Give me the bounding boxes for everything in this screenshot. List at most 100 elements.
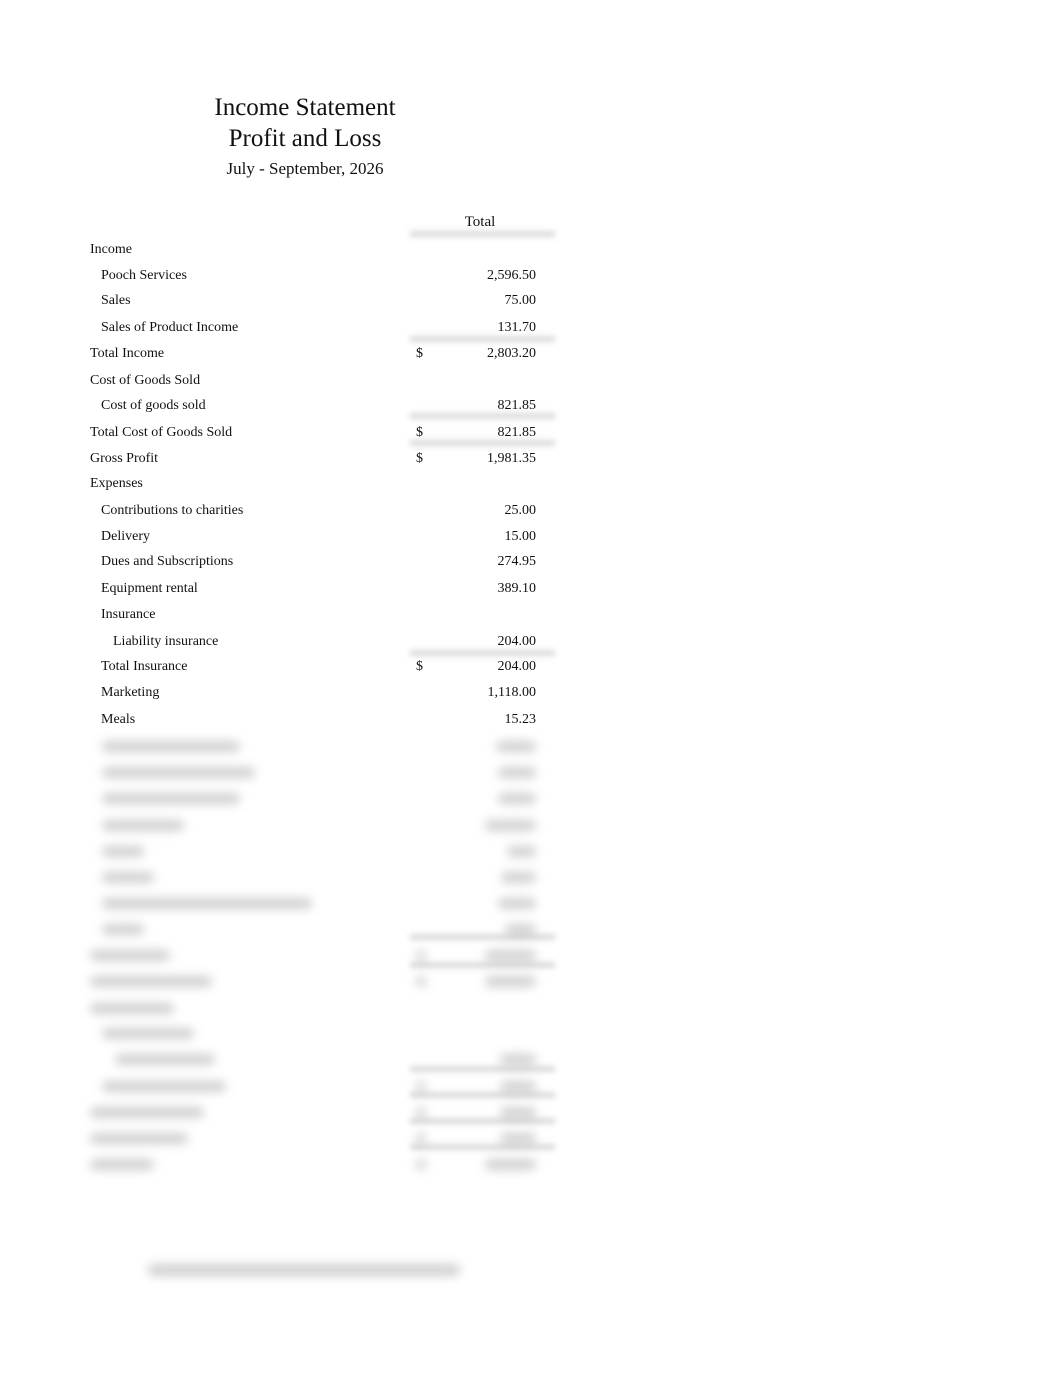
redacted-amount <box>498 767 536 778</box>
row-label: Total Income <box>90 346 165 361</box>
redacted-dollar <box>416 976 426 987</box>
row-label: Total Insurance <box>101 659 188 674</box>
row-label: Insurance <box>101 607 156 622</box>
redacted-label <box>102 898 312 909</box>
row-label: Liability insurance <box>113 634 219 649</box>
redacted-label <box>102 872 154 883</box>
row-amount: 2,803.20 <box>487 346 536 361</box>
row-label: Sales <box>101 293 131 308</box>
redacted-label <box>90 950 170 961</box>
subtotal-rule <box>410 336 555 342</box>
redacted-label <box>115 1054 215 1065</box>
header-underline <box>410 231 555 237</box>
redacted-rule <box>410 962 555 968</box>
redacted-label <box>90 976 212 987</box>
redacted-rule <box>410 1118 555 1124</box>
redacted-rule <box>410 934 555 940</box>
table-row: Dues and Subscriptions 274.95 <box>0 552 600 572</box>
table-row: Sales of Product Income 131.70 <box>0 318 600 338</box>
redacted-amount <box>498 898 536 909</box>
redacted-amount <box>500 1081 536 1092</box>
redacted-label <box>102 1081 226 1092</box>
row-label: Cost of goods sold <box>101 398 206 413</box>
redacted-label <box>102 1028 194 1039</box>
row-amount: 204.00 <box>497 634 537 649</box>
table-row: Total Income $2,803.20 <box>0 344 600 364</box>
redacted-amount <box>485 820 536 831</box>
row-amount: 2,596.50 <box>487 268 536 283</box>
redacted-dollar <box>416 950 426 961</box>
column-header-total: Total <box>464 214 496 230</box>
report-subtitle: Profit and Loss <box>228 125 382 152</box>
redacted-amount <box>485 1159 536 1170</box>
redacted-amount <box>507 846 536 857</box>
redacted-label <box>90 1159 154 1170</box>
table-row: Income <box>0 240 600 260</box>
redacted-amount <box>485 950 536 961</box>
redacted-rule <box>410 1092 555 1098</box>
row-amount: 1,981.35 <box>487 451 536 466</box>
table-row: Insurance <box>0 605 600 625</box>
row-label: Delivery <box>101 529 150 544</box>
currency-symbol: $ <box>416 346 423 361</box>
currency-symbol: $ <box>416 659 423 674</box>
row-label: Sales of Product Income <box>101 320 239 335</box>
table-row: Equipment rental 389.10 <box>0 579 600 599</box>
row-amount: 389.10 <box>497 581 537 596</box>
row-amount: 15.23 <box>504 712 537 727</box>
table-row: Cost of Goods Sold <box>0 371 600 391</box>
redacted-dollar <box>416 1107 426 1118</box>
row-amount: 75.00 <box>504 293 537 308</box>
redacted-amount <box>485 976 536 987</box>
table-row: Contributions to charities 25.00 <box>0 501 600 521</box>
row-label: Total Cost of Goods Sold <box>90 425 233 440</box>
redacted-amount <box>498 793 536 804</box>
row-label: Gross Profit <box>90 451 159 466</box>
row-label: Contributions to charities <box>101 503 244 518</box>
row-label: Dues and Subscriptions <box>101 554 234 569</box>
row-amount: 1,118.00 <box>487 685 536 700</box>
report-period: July - September, 2026 <box>226 159 384 178</box>
row-amount: 274.95 <box>497 554 537 569</box>
table-row: Gross Profit $1,981.35 <box>0 449 600 469</box>
row-amount: 131.70 <box>497 320 537 335</box>
table-row: Marketing 1,118.00 <box>0 683 600 703</box>
redacted-dollar <box>416 1081 426 1092</box>
redacted-label <box>102 924 144 935</box>
row-amount: 15.00 <box>504 529 537 544</box>
redacted-label <box>90 1107 204 1118</box>
subtotal-rule <box>410 650 555 656</box>
redacted-label <box>102 820 184 831</box>
redacted-label <box>102 793 240 804</box>
redacted-footer <box>148 1264 460 1276</box>
subtotal-rule <box>410 413 555 419</box>
subtotal-rule <box>410 440 555 446</box>
redacted-label <box>102 741 240 752</box>
report-title: Income Statement <box>214 94 396 121</box>
row-label: Income <box>90 242 132 257</box>
redacted-label <box>90 1003 174 1014</box>
row-label: Pooch Services <box>101 268 187 283</box>
table-row: Liability insurance 204.00 <box>0 632 600 652</box>
redacted-amount <box>496 741 536 752</box>
currency-symbol: $ <box>416 451 423 466</box>
row-amount: 25.00 <box>504 503 537 518</box>
redacted-dollar <box>416 1159 426 1170</box>
table-row: Delivery 15.00 <box>0 527 600 547</box>
redacted-rule <box>410 1066 555 1072</box>
table-row: Total Insurance $204.00 <box>0 657 600 677</box>
redacted-label <box>90 1133 188 1144</box>
redacted-amount <box>500 1054 536 1065</box>
row-label: Meals <box>101 712 136 727</box>
row-label: Equipment rental <box>101 581 198 596</box>
redacted-dollar <box>416 1133 426 1144</box>
redacted-rule <box>410 1144 555 1150</box>
table-row: Expenses <box>0 474 600 494</box>
redacted-amount <box>501 872 536 883</box>
table-row: Pooch Services 2,596.50 <box>0 266 600 286</box>
row-amount: 204.00 <box>497 659 537 674</box>
row-label: Marketing <box>101 685 160 700</box>
row-label: Cost of Goods Sold <box>90 373 201 388</box>
redacted-amount <box>500 1133 536 1144</box>
table-row: Meals 15.23 <box>0 710 600 730</box>
